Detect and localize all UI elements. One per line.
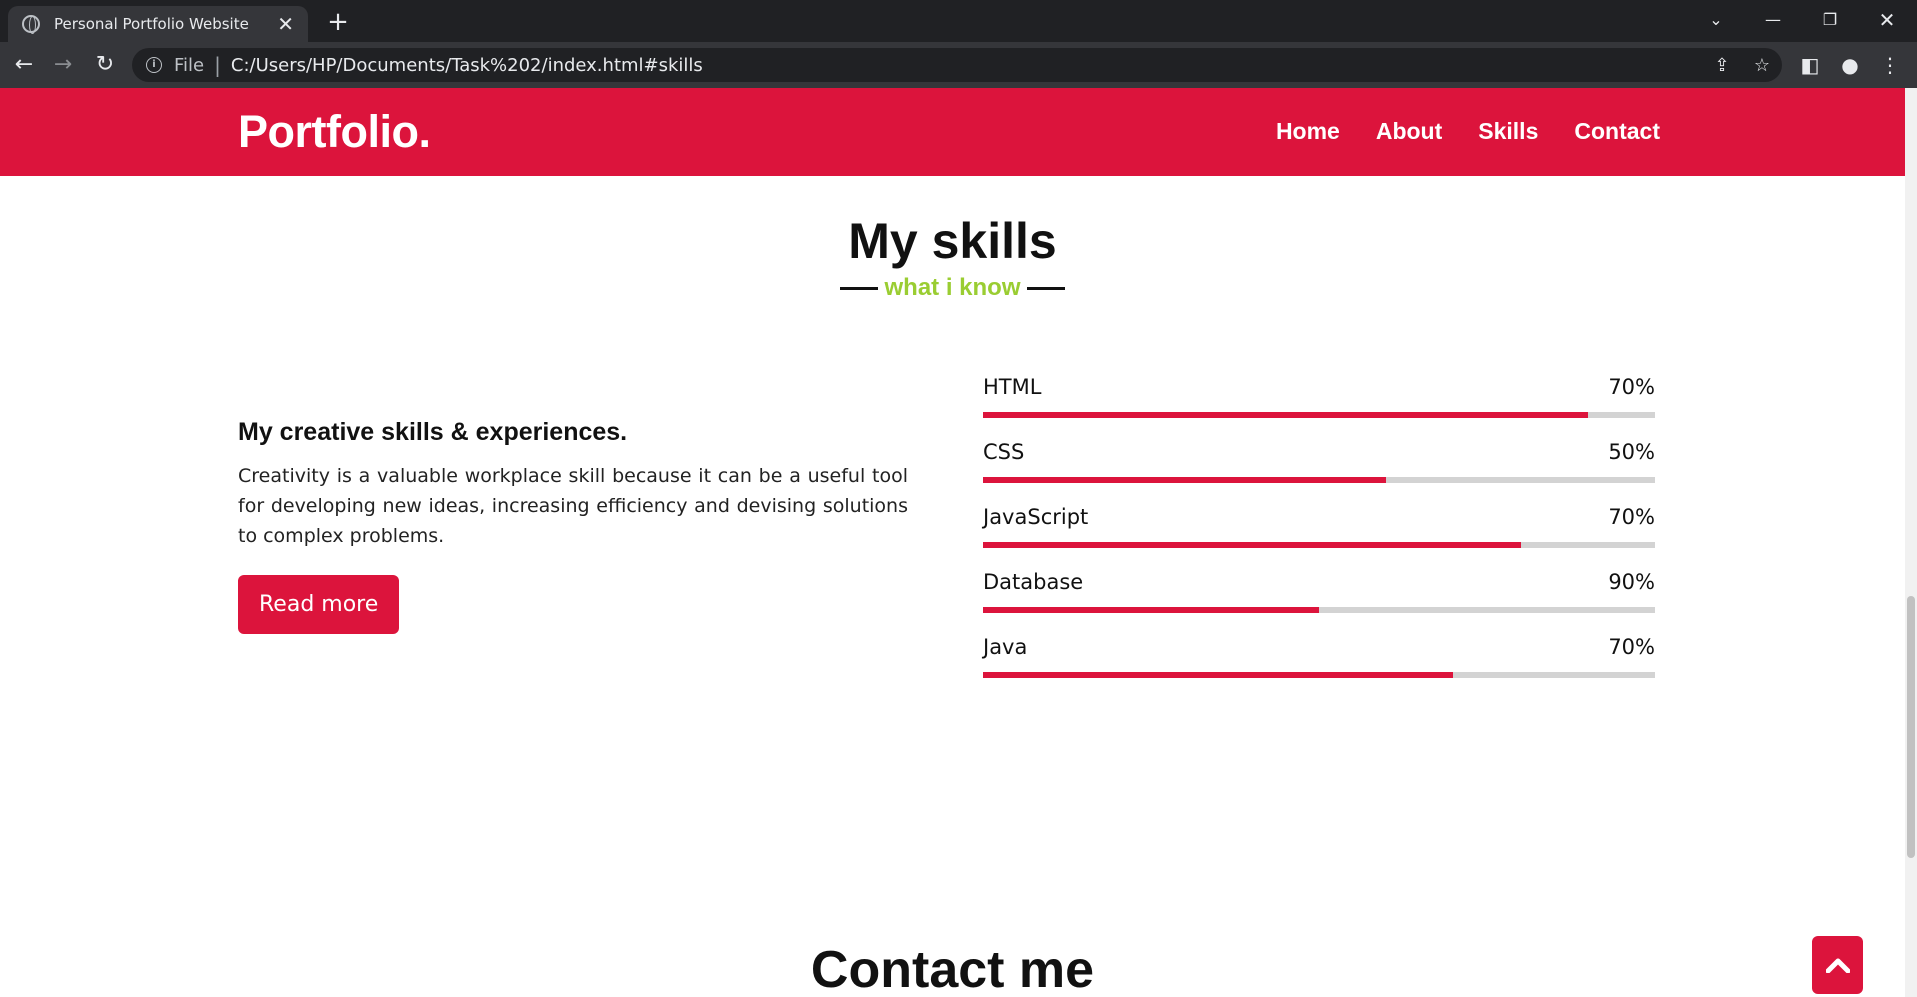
reload-icon[interactable]: ↻ — [90, 50, 120, 80]
skill-track — [983, 542, 1655, 548]
tab-title: Personal Portfolio Website — [54, 15, 249, 33]
skill-name: JavaScript — [983, 505, 1089, 529]
skill-percent: 70% — [1608, 375, 1655, 399]
browser-toolbar: ← → ↻ i File | C:/Users/HP/Documents/Tas… — [0, 42, 1917, 88]
scroll-to-top-button[interactable] — [1812, 936, 1863, 994]
address-bar[interactable]: i File | C:/Users/HP/Documents/Task%202/… — [132, 48, 1782, 82]
skill-fill-bar — [983, 672, 1454, 678]
skill-item-html: HTML 70% — [983, 371, 1655, 436]
profile-icon[interactable]: ● — [1833, 50, 1867, 80]
site-logo[interactable]: Portfolio. — [238, 106, 431, 158]
bookmark-star-icon[interactable]: ☆ — [1742, 55, 1782, 76]
skill-percent: 50% — [1608, 440, 1655, 464]
scrollbar-thumb[interactable] — [1907, 596, 1915, 858]
skill-name: Java — [983, 635, 1028, 659]
skill-fill-bar — [983, 542, 1521, 548]
skill-fill-bar — [983, 607, 1319, 613]
skills-subtitle: what i know — [884, 274, 1021, 301]
skill-name: CSS — [983, 440, 1025, 464]
skill-bars: HTML 70% CSS 50% JavaScript 70% Database… — [983, 371, 1655, 696]
browser-tab-bar: Personal Portfolio Website ✕ + ⌄ — ❐ ✕ — [0, 0, 1917, 42]
chevron-up-icon — [1825, 958, 1850, 973]
skills-title: My skills — [848, 213, 1057, 269]
skill-percent: 90% — [1608, 570, 1655, 594]
skill-item-database: Database 90% — [983, 566, 1655, 631]
address-actions: ⇪ ☆ — [1702, 48, 1782, 82]
tab-search-icon[interactable]: ⌄ — [1688, 0, 1744, 40]
back-arrow-icon[interactable]: ← — [9, 50, 39, 80]
globe-icon — [22, 15, 40, 34]
read-more-button[interactable]: Read more — [238, 575, 400, 634]
window-close-icon[interactable]: ✕ — [1859, 0, 1915, 40]
skills-heading: My creative skills & experiences. — [238, 418, 628, 446]
subtitle-line-right — [1026, 286, 1065, 290]
skill-track — [983, 477, 1655, 483]
skills-subtitle-row: what i know — [0, 274, 1905, 302]
skill-fill-bar — [983, 412, 1588, 418]
skill-percent: 70% — [1608, 505, 1655, 529]
contact-title: Contact me — [810, 941, 1095, 997]
new-tab-button[interactable]: + — [322, 6, 354, 38]
page-viewport: Portfolio. Home About Skills Contact My … — [0, 88, 1905, 997]
site-navbar: Portfolio. Home About Skills Contact — [0, 88, 1905, 176]
skill-fill-bar — [983, 477, 1387, 483]
skill-item-java: Java 70% — [983, 631, 1655, 696]
minimize-icon[interactable]: — — [1745, 0, 1801, 40]
address-url[interactable]: C:/Users/HP/Documents/Task%202/index.htm… — [231, 55, 703, 76]
restore-icon[interactable]: ❐ — [1802, 0, 1858, 40]
address-file-label: File — [174, 54, 205, 76]
nav-link-contact[interactable]: Contact — [1574, 118, 1660, 145]
address-separator: | — [214, 53, 221, 77]
skill-track — [983, 672, 1655, 678]
share-icon[interactable]: ⇪ — [1702, 55, 1742, 76]
skill-percent: 70% — [1608, 635, 1655, 659]
skills-description: Creativity is a valuable workplace skill… — [238, 465, 908, 547]
subtitle-line-left — [840, 286, 879, 290]
site-menu: Home About Skills Contact — [1276, 118, 1660, 145]
skill-name: HTML — [983, 375, 1042, 399]
nav-link-home[interactable]: Home — [1276, 118, 1340, 145]
nav-link-skills[interactable]: Skills — [1478, 118, 1538, 145]
skill-item-css: CSS 50% — [983, 436, 1655, 501]
skill-name: Database — [983, 570, 1084, 594]
skill-track — [983, 412, 1655, 418]
page-scrollbar[interactable] — [1905, 88, 1917, 997]
skill-item-javascript: JavaScript 70% — [983, 501, 1655, 566]
menu-kebab-icon[interactable]: ⋮ — [1873, 50, 1907, 80]
browser-tab[interactable]: Personal Portfolio Website ✕ — [8, 6, 308, 42]
nav-link-about[interactable]: About — [1376, 118, 1442, 145]
forward-arrow-icon[interactable]: → — [48, 50, 78, 80]
info-icon[interactable]: i — [146, 57, 162, 73]
side-panel-icon[interactable]: ◧ — [1793, 50, 1827, 80]
skills-intro: My creative skills & experiences. Creati… — [238, 418, 908, 634]
skill-track — [983, 607, 1655, 613]
close-tab-icon[interactable]: ✕ — [277, 14, 294, 34]
